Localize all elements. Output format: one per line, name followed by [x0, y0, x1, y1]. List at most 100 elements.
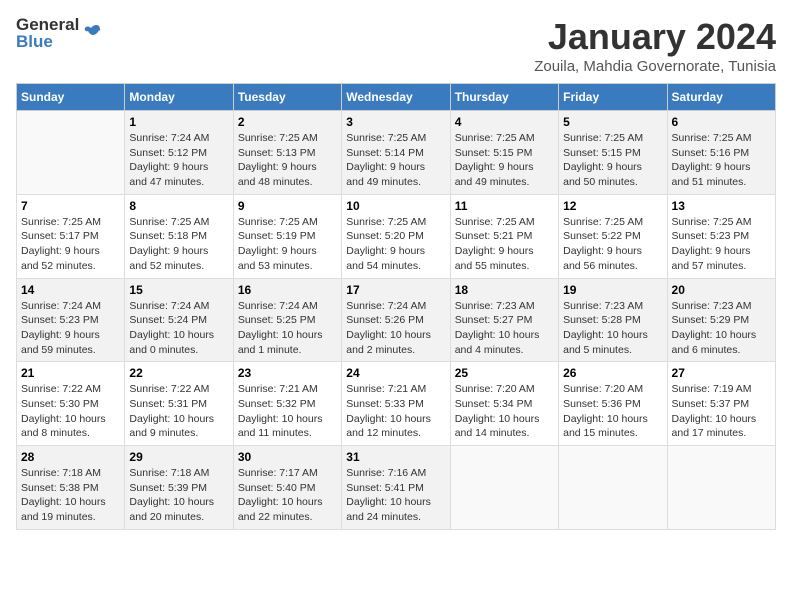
calendar-cell: 24Sunrise: 7:21 AMSunset: 5:33 PMDayligh…	[342, 362, 450, 446]
day-number: 13	[672, 199, 771, 213]
day-number: 24	[346, 366, 445, 380]
calendar-cell: 6 Sunrise: 7:25 AMSunset: 5:16 PMDaylight…	[667, 111, 775, 195]
day-info: Sunrise: 7:25 AMSunset: 5:19 PMDaylight:…	[238, 215, 337, 274]
calendar-cell: 2Sunrise: 7:25 AMSunset: 5:13 PMDaylight…	[233, 111, 341, 195]
day-info: Sunrise: 7:16 AMSunset: 5:41 PMDaylight:…	[346, 466, 445, 525]
calendar-cell: 18 Sunrise: 7:23 AMSunset: 5:27 PMDayligh…	[450, 278, 558, 362]
calendar-cell: 29 Sunrise: 7:18 AMSunset: 5:39 PMDayligh…	[125, 446, 233, 530]
day-number: 29	[129, 450, 228, 464]
day-number: 17	[346, 283, 445, 297]
weekday-header-thursday: Thursday	[450, 84, 558, 111]
day-info: Sunrise: 7:24 AMSunset: 5:26 PMDaylight:…	[346, 299, 445, 358]
day-number: 14	[21, 283, 120, 297]
calendar-cell: 21Sunrise: 7:22 AMSunset: 5:30 PMDayligh…	[17, 362, 125, 446]
calendar-cell	[667, 446, 775, 530]
day-number: 11	[455, 199, 554, 213]
day-info: Sunrise: 7:25 AMSunset: 5:17 PMDaylight:…	[21, 215, 120, 274]
day-info: Sunrise: 7:25 AMSunset: 5:20 PMDaylight:…	[346, 215, 445, 274]
day-info: Sunrise: 7:24 AMSunset: 5:24 PMDaylight:…	[129, 299, 228, 358]
day-number: 12	[563, 199, 662, 213]
day-info: Sunrise: 7:25 AMSunset: 5:21 PMDaylight:…	[455, 215, 554, 274]
calendar-cell	[450, 446, 558, 530]
day-info: Sunrise: 7:25 AMSunset: 5:22 PMDaylight:…	[563, 215, 662, 274]
day-number: 6	[672, 115, 771, 129]
day-number: 26	[563, 366, 662, 380]
calendar-cell: 1Sunrise: 7:24 AMSunset: 5:12 PMDaylight…	[125, 111, 233, 195]
logo: General Blue	[16, 16, 103, 50]
day-info: Sunrise: 7:18 AMSunset: 5:39 PMDaylight:…	[129, 466, 228, 525]
day-number: 28	[21, 450, 120, 464]
calendar-cell: 30 Sunrise: 7:17 AMSunset: 5:40 PMDayligh…	[233, 446, 341, 530]
calendar-week-row: 1Sunrise: 7:24 AMSunset: 5:12 PMDaylight…	[17, 111, 776, 195]
logo-general: General	[16, 16, 79, 33]
day-number: 9	[238, 199, 337, 213]
day-number: 31	[346, 450, 445, 464]
day-number: 5	[563, 115, 662, 129]
calendar-cell: 27 Sunrise: 7:19 AMSunset: 5:37 PMDayligh…	[667, 362, 775, 446]
calendar-cell: 11 Sunrise: 7:25 AMSunset: 5:21 PMDayligh…	[450, 194, 558, 278]
calendar-cell: 10 Sunrise: 7:25 AMSunset: 5:20 PMDayligh…	[342, 194, 450, 278]
calendar-location: Zouila, Mahdia Governorate, Tunisia	[534, 58, 776, 75]
calendar-cell: 25 Sunrise: 7:20 AMSunset: 5:34 PMDayligh…	[450, 362, 558, 446]
day-number: 18	[455, 283, 554, 297]
calendar-cell: 12 Sunrise: 7:25 AMSunset: 5:22 PMDayligh…	[559, 194, 667, 278]
day-info: Sunrise: 7:25 AMSunset: 5:15 PMDaylight:…	[563, 131, 662, 190]
day-info: Sunrise: 7:25 AMSunset: 5:18 PMDaylight:…	[129, 215, 228, 274]
calendar-week-row: 14 Sunrise: 7:24 AMSunset: 5:23 PMDayligh…	[17, 278, 776, 362]
calendar-week-row: 21Sunrise: 7:22 AMSunset: 5:30 PMDayligh…	[17, 362, 776, 446]
calendar-cell: 15 Sunrise: 7:24 AMSunset: 5:24 PMDayligh…	[125, 278, 233, 362]
day-number: 10	[346, 199, 445, 213]
calendar-cell: 17 Sunrise: 7:24 AMSunset: 5:26 PMDayligh…	[342, 278, 450, 362]
calendar-cell: 8 Sunrise: 7:25 AMSunset: 5:18 PMDaylight…	[125, 194, 233, 278]
weekday-header-tuesday: Tuesday	[233, 84, 341, 111]
day-info: Sunrise: 7:25 AMSunset: 5:16 PMDaylight:…	[672, 131, 771, 190]
day-number: 7	[21, 199, 120, 213]
day-info: Sunrise: 7:24 AMSunset: 5:23 PMDaylight:…	[21, 299, 120, 358]
logo-bird-icon	[81, 22, 103, 44]
calendar-week-row: 28Sunrise: 7:18 AMSunset: 5:38 PMDayligh…	[17, 446, 776, 530]
day-info: Sunrise: 7:23 AMSunset: 5:27 PMDaylight:…	[455, 299, 554, 358]
weekday-header-wednesday: Wednesday	[342, 84, 450, 111]
logo-blue: Blue	[16, 33, 79, 50]
calendar-cell: 31 Sunrise: 7:16 AMSunset: 5:41 PMDayligh…	[342, 446, 450, 530]
calendar-cell: 19Sunrise: 7:23 AMSunset: 5:28 PMDayligh…	[559, 278, 667, 362]
calendar-cell: 22Sunrise: 7:22 AMSunset: 5:31 PMDayligh…	[125, 362, 233, 446]
day-info: Sunrise: 7:20 AMSunset: 5:34 PMDaylight:…	[455, 382, 554, 441]
day-number: 22	[129, 366, 228, 380]
calendar-cell	[559, 446, 667, 530]
title-block: January 2024 Zouila, Mahdia Governorate,…	[534, 16, 776, 75]
calendar-cell: 13 Sunrise: 7:25 AMSunset: 5:23 PMDayligh…	[667, 194, 775, 278]
day-info: Sunrise: 7:21 AMSunset: 5:32 PMDaylight:…	[238, 382, 337, 441]
calendar-cell: 7 Sunrise: 7:25 AMSunset: 5:17 PMDaylight…	[17, 194, 125, 278]
day-number: 2	[238, 115, 337, 129]
day-info: Sunrise: 7:25 AMSunset: 5:15 PMDaylight:…	[455, 131, 554, 190]
day-info: Sunrise: 7:23 AMSunset: 5:28 PMDaylight:…	[563, 299, 662, 358]
weekday-header-monday: Monday	[125, 84, 233, 111]
day-number: 30	[238, 450, 337, 464]
day-number: 23	[238, 366, 337, 380]
calendar-cell: 9 Sunrise: 7:25 AMSunset: 5:19 PMDaylight…	[233, 194, 341, 278]
calendar-cell: 28Sunrise: 7:18 AMSunset: 5:38 PMDayligh…	[17, 446, 125, 530]
day-info: Sunrise: 7:17 AMSunset: 5:40 PMDaylight:…	[238, 466, 337, 525]
day-number: 16	[238, 283, 337, 297]
day-info: Sunrise: 7:24 AMSunset: 5:25 PMDaylight:…	[238, 299, 337, 358]
calendar-cell: 23 Sunrise: 7:21 AMSunset: 5:32 PMDayligh…	[233, 362, 341, 446]
calendar-title: January 2024	[534, 16, 776, 58]
day-number: 20	[672, 283, 771, 297]
day-number: 1	[129, 115, 228, 129]
day-info: Sunrise: 7:19 AMSunset: 5:37 PMDaylight:…	[672, 382, 771, 441]
calendar-cell: 20 Sunrise: 7:23 AMSunset: 5:29 PMDayligh…	[667, 278, 775, 362]
day-number: 27	[672, 366, 771, 380]
day-info: Sunrise: 7:23 AMSunset: 5:29 PMDaylight:…	[672, 299, 771, 358]
day-number: 21	[21, 366, 120, 380]
calendar-cell: 26 Sunrise: 7:20 AMSunset: 5:36 PMDayligh…	[559, 362, 667, 446]
day-info: Sunrise: 7:25 AMSunset: 5:23 PMDaylight:…	[672, 215, 771, 274]
day-number: 4	[455, 115, 554, 129]
calendar-week-row: 7 Sunrise: 7:25 AMSunset: 5:17 PMDaylight…	[17, 194, 776, 278]
calendar-cell: 4 Sunrise: 7:25 AMSunset: 5:15 PMDaylight…	[450, 111, 558, 195]
day-number: 25	[455, 366, 554, 380]
calendar-cell: 5 Sunrise: 7:25 AMSunset: 5:15 PMDaylight…	[559, 111, 667, 195]
day-number: 15	[129, 283, 228, 297]
day-number: 8	[129, 199, 228, 213]
day-info: Sunrise: 7:20 AMSunset: 5:36 PMDaylight:…	[563, 382, 662, 441]
